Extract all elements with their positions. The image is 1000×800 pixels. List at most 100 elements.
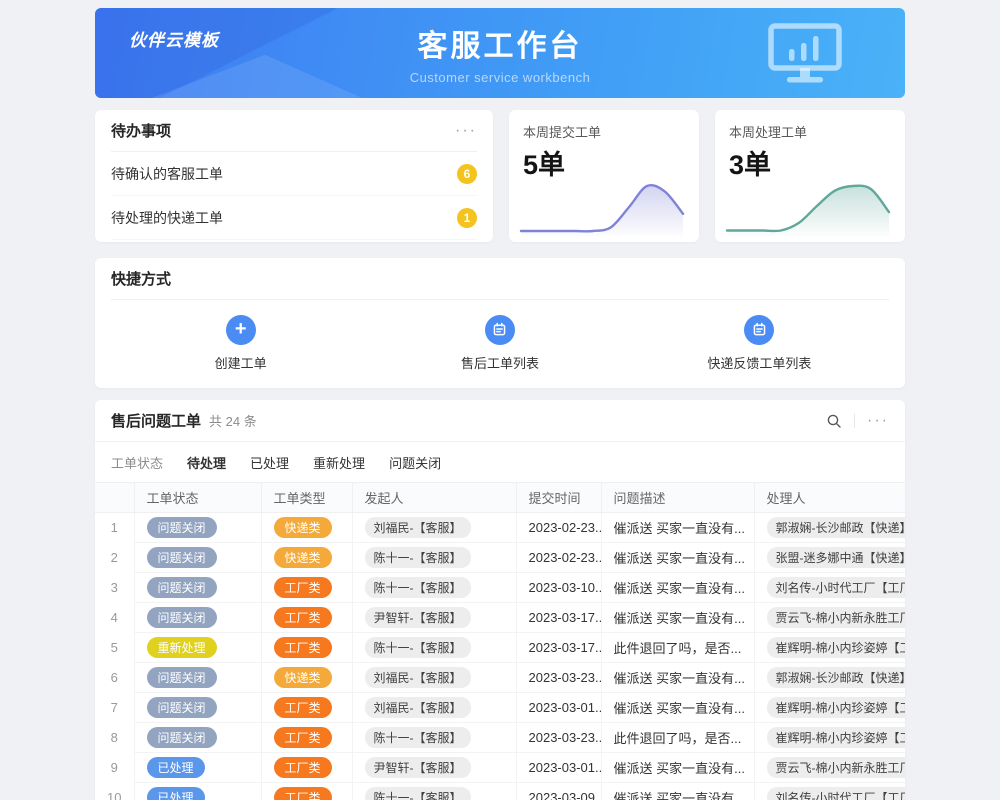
- todo-item[interactable]: 待确认的客服工单6: [111, 152, 477, 196]
- row-number: 6: [95, 663, 134, 693]
- table-row[interactable]: 8 问题关闭 工厂类陈十一-【客服】2023-03-23...此件退回了吗，是否..…: [95, 723, 905, 753]
- type-cell: 工厂类: [261, 603, 352, 633]
- filter-option[interactable]: 重新处理: [313, 453, 365, 472]
- status-cell: 问题关闭: [134, 513, 261, 543]
- table-more-icon[interactable]: ···: [867, 413, 889, 429]
- type-pill: 工厂类: [274, 637, 332, 658]
- handler-tag: 刘名传-小时代工厂【工厂】: [767, 577, 906, 598]
- table-row[interactable]: 2问题关闭快递类陈十一-【客服】2023-02-23...催派送 买家一直没有.…: [95, 543, 905, 573]
- status-pill: 问题关闭: [147, 547, 217, 568]
- todo-card: 待办事项 ··· 待确认的客服工单6待处理的快递工单1: [95, 110, 493, 242]
- initiator-cell: 陈十一-【客服】: [352, 723, 516, 753]
- status-cell: 已处理: [134, 753, 261, 783]
- search-icon[interactable]: [826, 413, 842, 429]
- header-banner: 伙伴云模板 客服工作台 Customer service workbench: [95, 8, 905, 98]
- handler-tag: 刘名传-小时代工厂【工厂】: [767, 787, 906, 800]
- worksheet-card: 售后问题工单 共 24 条 ··· 工单状态 待处理已处理重新处理问题关闭 工单…: [95, 400, 905, 800]
- status-pill: 问题关闭: [147, 607, 217, 628]
- status-pill: 问题关闭: [147, 577, 217, 598]
- type-cell: 快递类: [261, 513, 352, 543]
- desc-cell: 此件退回了吗，是否...: [601, 633, 754, 663]
- row-number: 8: [95, 723, 134, 753]
- sparkline-chart: [725, 178, 891, 236]
- desc-cell: 催派送 买家一直没有...: [601, 693, 754, 723]
- type-pill: 工厂类: [274, 577, 332, 598]
- initiator-tag: 尹智轩-【客服】: [365, 757, 471, 778]
- status-cell: 问题关闭: [134, 603, 261, 633]
- status-cell: 问题关闭: [134, 573, 261, 603]
- count-badge: 1: [457, 208, 477, 228]
- column-header: 发起人: [352, 483, 516, 513]
- worksheet-count: 共 24 条: [209, 411, 257, 430]
- handler-tag: 贾云飞-棉小内新永胜工厂: [767, 757, 906, 778]
- status-pill: 问题关闭: [147, 727, 217, 748]
- row-number: 3: [95, 573, 134, 603]
- table-row[interactable]: 6问题关闭快递类刘福民-【客服】2023-03-23...催派送 买家一直没有.…: [95, 663, 905, 693]
- status-pill: 已处理: [147, 787, 205, 800]
- corner-cell: [95, 483, 134, 513]
- page: 伙伴云模板 客服工作台 Customer service workbench 待…: [95, 0, 905, 800]
- time-cell: 2023-03-01...: [516, 753, 601, 783]
- more-icon[interactable]: ···: [455, 123, 477, 139]
- handler-cell: 张盟-迷多娜中通【快递】: [754, 543, 905, 573]
- initiator-tag: 刘福民-【客服】: [365, 697, 471, 718]
- row-number: 5: [95, 633, 134, 663]
- type-cell: 工厂类: [261, 753, 352, 783]
- initiator-cell: 尹智轩-【客服】: [352, 603, 516, 633]
- table-row[interactable]: 10已处理工厂类陈十一-【客服】2023-03-09...催派送 买家一直没有.…: [95, 783, 905, 800]
- type-cell: 工厂类: [261, 573, 352, 603]
- desc-cell: 此件退回了吗，是否...: [601, 723, 754, 753]
- shortcut-label: 快递反馈工单列表: [707, 353, 811, 372]
- filter-option[interactable]: 问题关闭: [389, 453, 441, 472]
- row-number: 2: [95, 543, 134, 573]
- shortcut-item[interactable]: 售后工单列表: [370, 315, 629, 372]
- status-filter: 工单状态 待处理已处理重新处理问题关闭: [95, 442, 905, 482]
- desc-cell: 催派送 买家一直没有...: [601, 543, 754, 573]
- stat-card-handled: 本周处理工单 3单: [715, 110, 905, 242]
- shortcut-item[interactable]: 快递反馈工单列表: [630, 315, 889, 372]
- status-cell: 已处理: [134, 783, 261, 800]
- status-cell: 重新处理: [134, 633, 261, 663]
- table-row[interactable]: 5重新处理工厂类陈十一-【客服】2023-03-17...此件退回了吗，是否..…: [95, 633, 905, 663]
- type-pill: 工厂类: [274, 787, 332, 800]
- table-row[interactable]: 4问题关闭工厂类尹智轩-【客服】2023-03-17...催派送 买家一直没有.…: [95, 603, 905, 633]
- row-number: 1: [95, 513, 134, 543]
- initiator-tag: 陈十一-【客服】: [365, 547, 471, 568]
- initiator-cell: 刘福民-【客服】: [352, 513, 516, 543]
- worksheet-table: 工单状态工单类型发起人提交时间问题描述处理人 1问题关闭快递类刘福民-【客服】2…: [95, 482, 905, 800]
- desc-cell: 催派送 买家一直没有...: [601, 663, 754, 693]
- initiator-cell: 陈十一-【客服】: [352, 633, 516, 663]
- filter-option[interactable]: 已处理: [250, 453, 289, 472]
- type-pill: 快递类: [274, 667, 332, 688]
- time-cell: 2023-03-09...: [516, 783, 601, 800]
- count-badge: 6: [457, 164, 477, 184]
- shortcut-item[interactable]: +创建工单: [111, 315, 370, 372]
- column-header: 工单类型: [261, 483, 352, 513]
- table-row[interactable]: 9已处理工厂类尹智轩-【客服】2023-03-01...催派送 买家一直没有..…: [95, 753, 905, 783]
- filter-option[interactable]: 待处理: [187, 453, 226, 472]
- handler-cell: 崔辉明-棉小内珍姿婷【工厂: [754, 723, 905, 753]
- desc-cell: 催派送 买家一直没有...: [601, 783, 754, 800]
- handler-tag: 崔辉明-棉小内珍姿婷【工厂: [767, 697, 906, 718]
- table-row[interactable]: 7问题关闭工厂类刘福民-【客服】2023-03-01...催派送 买家一直没有.…: [95, 693, 905, 723]
- type-cell: 工厂类: [261, 723, 352, 753]
- type-cell: 工厂类: [261, 783, 352, 800]
- initiator-tag: 陈十一-【客服】: [365, 637, 471, 658]
- time-cell: 2023-03-23...: [516, 723, 601, 753]
- list-icon: [485, 315, 515, 345]
- type-pill: 快递类: [274, 517, 332, 538]
- time-cell: 2023-02-23...: [516, 543, 601, 573]
- table-row[interactable]: 1问题关闭快递类刘福民-【客服】2023-02-23...催派送 买家一直没有.…: [95, 513, 905, 543]
- type-pill: 工厂类: [274, 607, 332, 628]
- handler-tag: 郭淑娴-长沙邮政【快递】: [767, 517, 906, 538]
- dashboard-row: 待办事项 ··· 待确认的客服工单6待处理的快递工单1 本周提交工单 5单 本周…: [95, 110, 905, 242]
- table-row[interactable]: 3问题关闭工厂类陈十一-【客服】2023-03-10...催派送 买家一直没有.…: [95, 573, 905, 603]
- shortcut-label: 售后工单列表: [461, 353, 539, 372]
- todo-item[interactable]: 待处理的快递工单1: [111, 196, 477, 240]
- initiator-tag: 陈十一-【客服】: [365, 787, 471, 800]
- initiator-tag: 陈十一-【客服】: [365, 577, 471, 598]
- column-header: 提交时间: [516, 483, 601, 513]
- desc-cell: 催派送 买家一直没有...: [601, 753, 754, 783]
- shortcut-label: 创建工单: [215, 353, 267, 372]
- status-pill: 问题关闭: [147, 517, 217, 538]
